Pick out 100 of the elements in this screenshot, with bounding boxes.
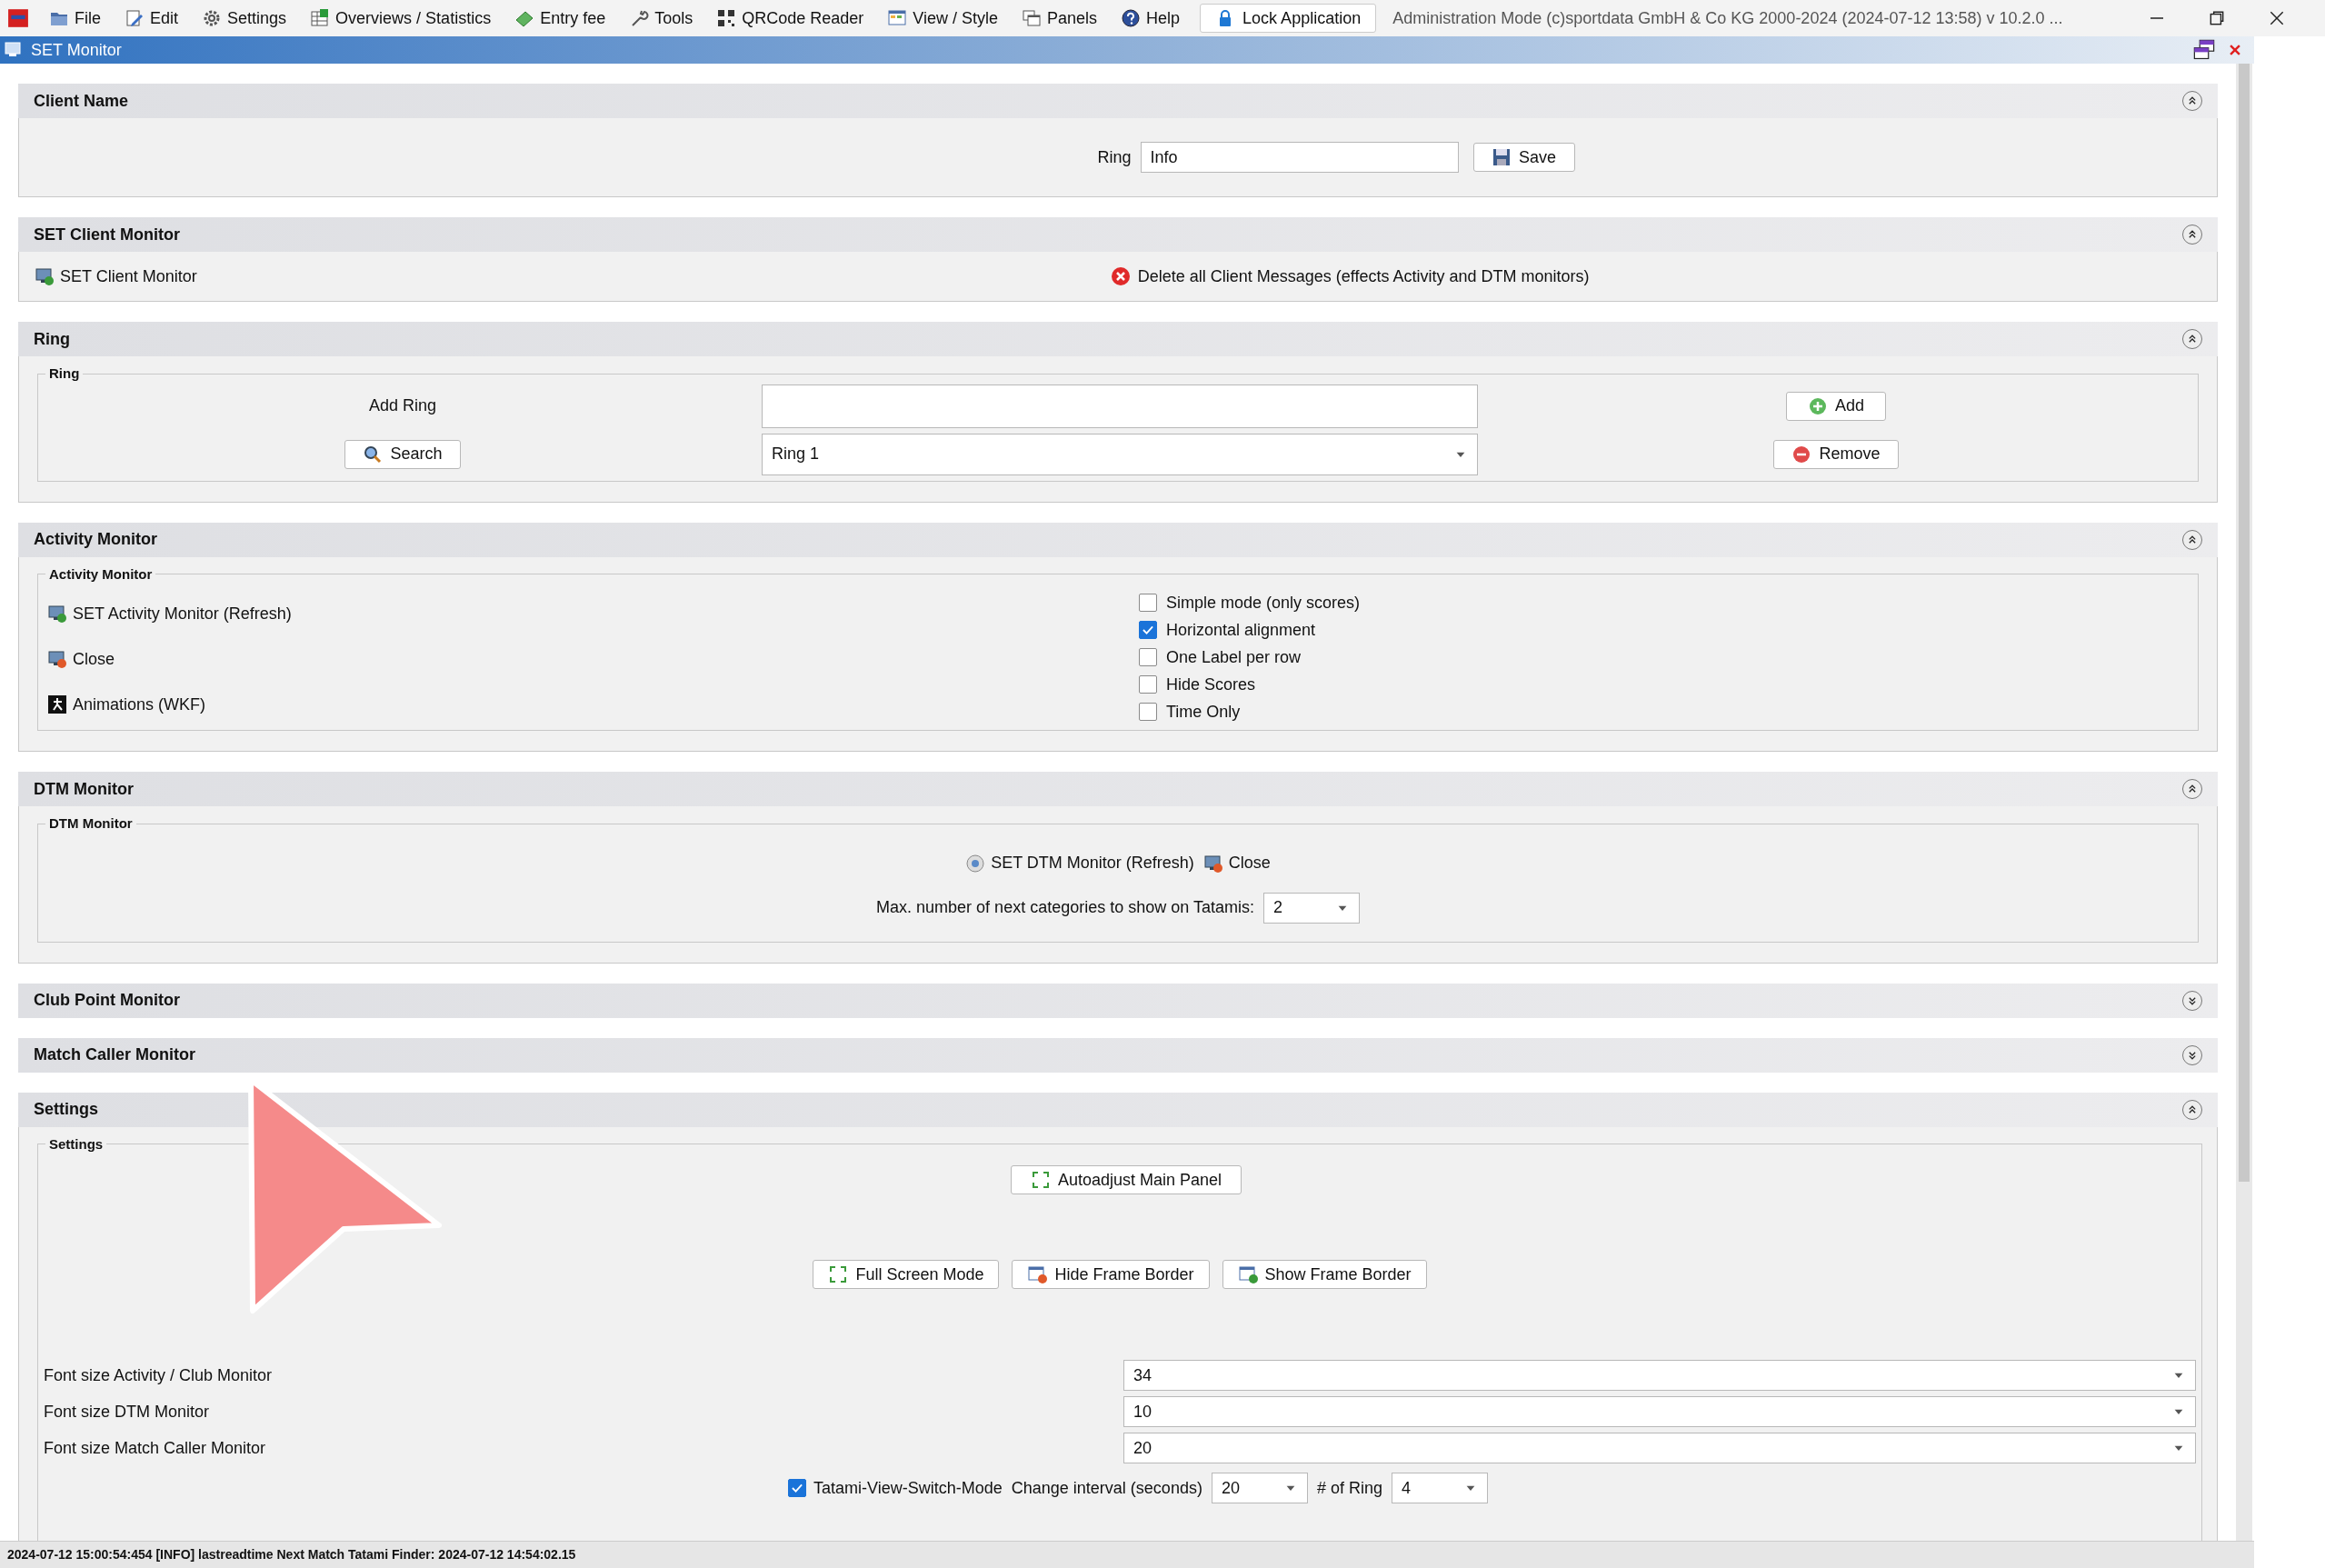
section-title: SET Client Monitor [34,224,180,245]
monitor-icon [47,649,67,669]
checkbox-label: One Label per row [1166,646,1302,668]
field-label: Add Ring [368,395,437,416]
menu-item[interactable]: Overviews / Statistics [306,3,495,34]
minimize-icon [2150,17,2163,19]
interval-dropdown[interactable]: 20 [1211,1473,1308,1503]
menu-item[interactable]: Panels [1018,3,1102,34]
add-ring-field[interactable] [762,384,1478,428]
max-categories-dropdown[interactable]: 2 [1262,892,1360,924]
section-title: Activity Monitor [34,529,157,550]
lock-application-button[interactable]: Lock Application [1200,4,1377,33]
frame-button[interactable]: Show Frame Border [1222,1260,1427,1289]
monitor-icon [35,266,55,286]
close-monitor-button[interactable]: Close [1202,851,1271,875]
section-header[interactable]: DTM Monitor [18,772,2218,806]
monitor-action-button[interactable]: Close [47,641,115,677]
close-icon [2268,9,2286,27]
checkbox[interactable] [788,1479,807,1497]
field-label: Font size Match Caller Monitor [44,1437,267,1459]
checkbox-label: Tatami-View-Switch-Mode [813,1477,1003,1499]
monitor-icon [1202,853,1223,874]
checkbox[interactable] [1139,621,1157,639]
section-header[interactable]: Settings [18,1092,2218,1127]
font-size-dropdown[interactable]: 10 [1123,1396,2196,1427]
expand-button[interactable] [2182,1044,2202,1065]
section-title: Match Caller Monitor [34,1044,195,1065]
section-title: DTM Monitor [34,778,134,800]
delete-messages-button[interactable]: Delete all Client Messages (effects Activity and DTM monitors) [1110,264,1590,289]
menu-item[interactable]: Settings [198,3,291,34]
ring-name-field[interactable]: Info [1140,142,1459,173]
menu-item[interactable]: File [45,3,105,34]
app-logo-icon [7,7,29,29]
collapse-button[interactable] [2182,225,2202,245]
section-header[interactable]: Activity Monitor [18,522,2218,557]
save-button[interactable]: Save [1472,143,1575,172]
table-icon [310,8,331,28]
group-title: Settings [48,1134,105,1154]
field-label: Max. number of next categories to show on Tatamis: [876,897,1254,918]
minus-circle-icon [1791,444,1812,464]
search-icon [363,444,384,464]
stacked-windows-icon [2192,38,2216,62]
menu-item[interactable]: Entry fee [511,3,610,34]
collapse-button[interactable] [2182,91,2202,111]
section-header[interactable]: Ring [18,322,2218,356]
monitor-action-button[interactable]: Animations (WKF) [47,686,206,723]
help-icon [1121,8,1142,28]
section-title: Club Point Monitor [34,990,180,1011]
menu-item[interactable]: Help [1117,3,1184,34]
section-header[interactable]: Club Point Monitor [18,983,2218,1018]
field-label: # of Ring [1316,1477,1382,1499]
section-title: Client Name [34,90,129,112]
remove-button[interactable]: Remove [1773,439,1899,469]
window-grid-icon [887,8,908,28]
error-icon [1110,266,1131,286]
scrollbar[interactable] [2236,64,2252,1541]
section-header[interactable]: Client Name [18,84,2218,118]
refresh-icon [965,853,986,874]
window-plus-icon [1237,1264,1258,1284]
checkbox[interactable] [1139,703,1157,721]
search-button[interactable]: Search [344,439,461,469]
menu-item[interactable]: Tools [625,3,697,34]
checkbox-label: Simple mode (only scores) [1166,592,1361,614]
expand-button[interactable] [2182,990,2202,1011]
ring-count-dropdown[interactable]: 4 [1391,1473,1488,1503]
collapse-button[interactable] [2182,329,2202,349]
menu-item[interactable]: Edit [121,3,183,34]
section-header[interactable]: SET Client Monitor [18,217,2218,252]
refresh-button[interactable]: SET DTM Monitor (Refresh) [965,851,1194,875]
field-label: Ring [1097,146,1132,168]
frame-button[interactable]: Hide Frame Border [1012,1260,1210,1289]
ring-dropdown[interactable]: Ring 1 [762,433,1478,475]
font-size-dropdown[interactable]: 20 [1123,1433,2196,1463]
expand-icon [1030,1170,1051,1190]
checkbox-label: Time Only [1166,701,1241,723]
checkbox[interactable] [1139,675,1157,694]
autoadjust-button[interactable]: Autoadjust Main Panel [1011,1165,1242,1194]
menu-item[interactable]: View / Style [883,3,1002,34]
frame-button[interactable]: Full Screen Mode [813,1260,1000,1289]
link-button[interactable]: SET Client Monitor [35,264,197,289]
window-minus-icon [1027,1264,1048,1284]
checkbox-label: Hide Scores [1166,674,1256,695]
checkbox[interactable] [1139,594,1157,612]
monitor-action-button[interactable]: SET Activity Monitor (Refresh) [47,595,292,632]
menu-item[interactable]: QRCode Reader [713,3,868,34]
monitor-icon [47,604,67,624]
section-title: Ring [34,328,70,350]
collapse-button[interactable] [2182,529,2202,550]
field-label: Font size DTM Monitor [44,1401,211,1423]
checkbox-label: Horizontal alignment [1166,619,1316,641]
collapse-button[interactable] [2182,779,2202,799]
undock-button[interactable] [2192,38,2216,62]
panels-icon [1022,8,1042,28]
collapse-button[interactable] [2182,1099,2202,1120]
section-header[interactable]: Match Caller Monitor [18,1037,2218,1073]
font-size-dropdown[interactable]: 34 [1123,1360,2196,1391]
checkbox[interactable] [1139,648,1157,666]
group-title: Ring [48,365,81,383]
qr-code-icon [716,8,737,28]
add-button[interactable]: Add [1786,391,1886,421]
